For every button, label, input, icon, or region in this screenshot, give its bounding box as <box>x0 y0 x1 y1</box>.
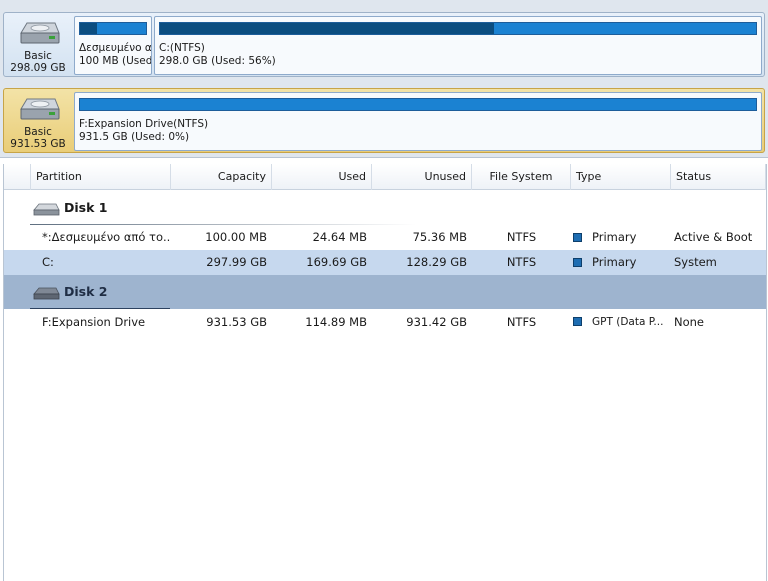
column-header-spacer <box>4 164 31 190</box>
partition-block-f[interactable]: F:Expansion Drive(NTFS) 931.5 GB (Used: … <box>74 92 762 151</box>
cell-partition: C: <box>42 255 54 269</box>
cell-capacity: 931.53 GB <box>206 315 267 329</box>
partition-block-reserved[interactable]: Δεσμευμένο αι 100 MB (Used: <box>74 16 152 75</box>
table-row[interactable]: *:Δεσμευμένο από το... 100.00 MB 24.64 M… <box>4 225 766 250</box>
disk1-group-label: Disk 1 <box>64 200 108 215</box>
disk-map: Basic 298.09 GB Δεσμευμένο αι 100 MB (Us… <box>0 0 768 158</box>
cell-used: 24.64 MB <box>312 230 367 244</box>
cell-file-system: NTFS <box>506 315 537 329</box>
cell-file-system: NTFS <box>506 230 537 244</box>
usage-bar <box>79 98 757 111</box>
usage-bar-fill <box>80 23 97 34</box>
cell-type-label: GPT (Data P... <box>592 316 664 328</box>
disk2-size-label: 931.53 GB <box>10 138 66 150</box>
column-header-partition[interactable]: Partition <box>31 164 171 190</box>
square-icon <box>573 258 582 267</box>
column-header-capacity[interactable]: Capacity <box>171 164 272 190</box>
partition-detail: 931.5 GB (Used: 0%) <box>79 131 190 143</box>
column-header-used[interactable]: Used <box>272 164 372 190</box>
cell-status: Active & Boot <box>674 230 753 244</box>
cell-type-label: Primary <box>592 230 637 244</box>
column-header-status[interactable]: Status <box>671 164 766 190</box>
column-header-type[interactable]: Type <box>571 164 671 190</box>
disk1-type-label: Basic <box>24 50 52 62</box>
divider <box>30 308 170 309</box>
partition-name: C:(NTFS) <box>159 42 205 54</box>
disk1-group-header[interactable]: Disk 1 <box>4 191 766 225</box>
cell-type-label: Primary <box>592 255 637 269</box>
disk2-summary[interactable]: Basic 931.53 GB <box>4 89 72 152</box>
partition-table: Partition Capacity Used Unused File Syst… <box>3 164 767 581</box>
cell-capacity: 100.00 MB <box>205 230 267 244</box>
cell-unused: 75.36 MB <box>412 230 467 244</box>
disk2-type-label: Basic <box>24 126 52 138</box>
hard-drive-icon <box>20 22 60 44</box>
hard-drive-icon <box>33 203 60 216</box>
cell-partition: F:Expansion Drive <box>42 315 146 329</box>
usage-bar <box>79 22 147 35</box>
cell-status: None <box>674 315 705 329</box>
disk-map-row-disk2[interactable]: Basic 931.53 GB F:Expansion Drive(NTFS) … <box>3 88 765 153</box>
square-icon <box>573 317 582 326</box>
disk1-size-label: 298.09 GB <box>10 62 66 74</box>
column-header-unused[interactable]: Unused <box>372 164 472 190</box>
cell-file-system: NTFS <box>506 255 537 269</box>
partition-detail: 100 MB (Used: <box>79 55 152 67</box>
usage-bar-fill <box>160 23 494 34</box>
cell-used: 114.89 MB <box>305 315 367 329</box>
cell-used: 169.69 GB <box>306 255 367 269</box>
disk2-group-header[interactable]: Disk 2 <box>4 275 766 309</box>
partition-detail: 298.0 GB (Used: 56%) <box>159 55 276 67</box>
cell-unused: 128.29 GB <box>406 255 467 269</box>
cell-type: Primary <box>573 225 671 250</box>
disk1-summary[interactable]: Basic 298.09 GB <box>4 13 72 76</box>
column-header-row: Partition Capacity Used Unused File Syst… <box>4 164 766 190</box>
partition-name: Δεσμευμένο αι <box>79 42 152 54</box>
hard-drive-icon <box>33 287 60 300</box>
square-icon <box>573 233 582 242</box>
disk2-group-label: Disk 2 <box>64 284 108 299</box>
usage-bar <box>159 22 757 35</box>
cell-unused: 931.42 GB <box>406 315 467 329</box>
disk-map-row-disk1[interactable]: Basic 298.09 GB Δεσμευμένο αι 100 MB (Us… <box>3 12 765 77</box>
hard-drive-icon <box>20 98 60 120</box>
table-row[interactable]: F:Expansion Drive 931.53 GB 114.89 MB 93… <box>4 310 766 335</box>
cell-status: System <box>674 255 717 269</box>
partition-block-c[interactable]: C:(NTFS) 298.0 GB (Used: 56%) <box>154 16 762 75</box>
table-row[interactable]: C: 297.99 GB 169.69 GB 128.29 GB NTFS Pr… <box>4 250 766 275</box>
column-header-file-system[interactable]: File System <box>472 164 571 190</box>
cell-capacity: 297.99 GB <box>206 255 267 269</box>
cell-partition: *:Δεσμευμένο από το... <box>42 230 170 244</box>
cell-type: GPT (Data P... <box>573 310 671 335</box>
partition-name: F:Expansion Drive(NTFS) <box>79 118 209 130</box>
cell-type: Primary <box>573 250 671 275</box>
